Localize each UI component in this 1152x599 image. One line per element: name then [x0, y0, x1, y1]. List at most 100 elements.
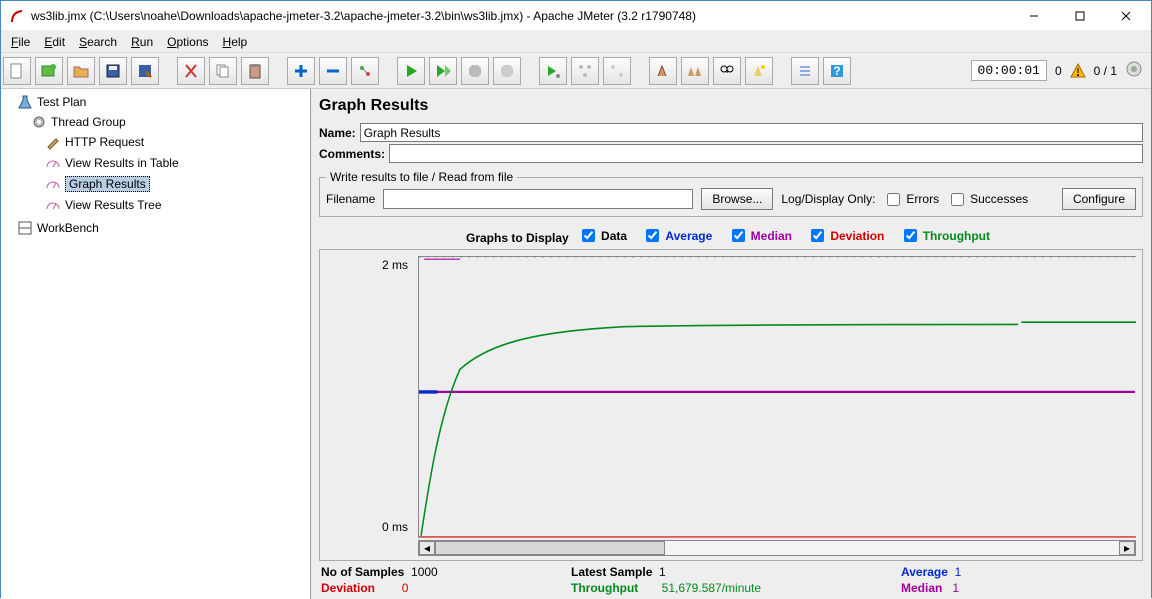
deviation-label: Deviation	[321, 581, 375, 595]
successes-checkbox[interactable]: Successes	[947, 190, 1028, 209]
plot-area	[418, 256, 1136, 538]
tree-graph-results[interactable]: Graph Results	[45, 176, 150, 192]
start-no-timers-button[interactable]	[429, 57, 457, 85]
menu-options[interactable]: Options	[161, 33, 214, 51]
tree-label: Thread Group	[51, 115, 126, 129]
logdisplay-label: Log/Display Only:	[781, 192, 875, 206]
toggle-button[interactable]	[351, 57, 379, 85]
tree-label: View Results in Table	[65, 156, 179, 170]
filename-input[interactable]	[383, 189, 693, 209]
chart: 2 ms 0 ms	[319, 249, 1143, 561]
meter-icon	[45, 155, 61, 171]
remote-stop-all-button[interactable]	[603, 57, 631, 85]
thread-count: 0 / 1	[1094, 64, 1117, 78]
scroll-thumb[interactable]	[435, 541, 665, 555]
tree-view-results-tree[interactable]: View Results Tree	[45, 197, 162, 213]
remote-start-all-button[interactable]	[571, 57, 599, 85]
search-tree-button[interactable]	[713, 57, 741, 85]
main-pane: Graph Results Name: Comments: Write resu…	[311, 89, 1151, 599]
graphs-label: Graphs to Display	[466, 231, 569, 245]
name-input[interactable]	[360, 123, 1143, 142]
menubar: File Edit Search Run Options Help	[1, 31, 1151, 53]
stop-button[interactable]	[461, 57, 489, 85]
cut-button[interactable]	[177, 57, 205, 85]
reset-search-button[interactable]	[745, 57, 773, 85]
tree-label: HTTP Request	[65, 135, 144, 149]
tree-label: Graph Results	[65, 176, 150, 192]
paste-button[interactable]	[241, 57, 269, 85]
scroll-left-button[interactable]: ◂	[419, 541, 435, 555]
start-remote-button[interactable]	[539, 57, 567, 85]
graphs-to-display: Graphs to Display Data Average Median De…	[319, 222, 1143, 249]
throughput-label: Throughput	[571, 581, 638, 595]
save-button[interactable]	[99, 57, 127, 85]
scroll-right-button[interactable]: ▸	[1119, 541, 1135, 555]
app-icon	[9, 8, 25, 24]
name-label: Name:	[319, 126, 356, 140]
shutdown-button[interactable]	[493, 57, 521, 85]
save-as-button[interactable]	[131, 57, 159, 85]
menu-edit[interactable]: Edit	[38, 33, 71, 51]
tree-label: Test Plan	[37, 95, 86, 109]
stats-row: No of Samples 1000 Latest Sample 1 Avera…	[319, 561, 1143, 595]
minimize-button[interactable]	[1011, 2, 1057, 30]
tree-workbench[interactable]: WorkBench	[17, 220, 99, 236]
errors-checkbox[interactable]: Errors	[883, 190, 939, 209]
comments-input[interactable]	[389, 144, 1143, 163]
elapsed-timer: 00:00:01	[971, 60, 1047, 81]
throughput-checkbox[interactable]: Throughput	[900, 226, 990, 245]
flask-icon	[17, 94, 33, 110]
comments-label: Comments:	[319, 147, 385, 161]
status-indicator-icon	[1125, 60, 1143, 81]
help-button[interactable]: ?	[823, 57, 851, 85]
horizontal-scrollbar[interactable]: ◂ ▸	[418, 540, 1136, 556]
function-helper-button[interactable]	[791, 57, 819, 85]
window-title: ws3lib.jmx (C:\Users\noahe\Downloads\apa…	[31, 9, 1011, 23]
svg-text:?: ?	[833, 64, 840, 78]
tree-thread-group[interactable]: Thread Group	[31, 114, 126, 130]
tree-pane[interactable]: Test Plan Thread Group HTTP Reque	[1, 89, 311, 599]
samples-label: No of Samples	[321, 565, 404, 579]
workbench-icon	[17, 220, 33, 236]
menu-run[interactable]: Run	[125, 33, 159, 51]
expand-button[interactable]	[287, 57, 315, 85]
median-checkbox[interactable]: Median	[728, 226, 792, 245]
maximize-button[interactable]	[1057, 2, 1103, 30]
collapse-button[interactable]	[319, 57, 347, 85]
start-button[interactable]	[397, 57, 425, 85]
menu-search[interactable]: Search	[73, 33, 123, 51]
tree-http-request[interactable]: HTTP Request	[45, 134, 144, 150]
new-button[interactable]	[3, 57, 31, 85]
warning-icon[interactable]	[1070, 63, 1086, 79]
copy-button[interactable]	[209, 57, 237, 85]
toolbar: ? 00:00:01 0 0 / 1	[1, 53, 1151, 89]
tree-test-plan[interactable]: Test Plan	[17, 94, 86, 110]
median-label: Median	[901, 581, 942, 595]
samples-value: 1000	[411, 565, 438, 579]
file-group-legend: Write results to file / Read from file	[326, 170, 517, 184]
open-button[interactable]	[67, 57, 95, 85]
page-title: Graph Results	[319, 97, 1143, 115]
warning-count: 0	[1055, 64, 1062, 78]
titlebar: ws3lib.jmx (C:\Users\noahe\Downloads\apa…	[1, 1, 1151, 31]
menu-file[interactable]: File	[5, 33, 36, 51]
pipette-icon	[45, 134, 61, 150]
tree-label: WorkBench	[37, 221, 99, 235]
menu-help[interactable]: Help	[217, 33, 254, 51]
meter-icon	[45, 176, 61, 192]
average-checkbox[interactable]: Average	[642, 226, 712, 245]
close-button[interactable]	[1103, 2, 1149, 30]
y-axis-top-label: 2 ms	[382, 258, 408, 272]
browse-button[interactable]: Browse...	[701, 188, 773, 210]
data-checkbox[interactable]: Data	[578, 226, 627, 245]
deviation-value: 0	[402, 581, 409, 595]
latest-label: Latest Sample	[571, 565, 652, 579]
templates-button[interactable]	[35, 57, 63, 85]
throughput-value: 51,679.587/minute	[662, 581, 761, 595]
deviation-checkbox[interactable]: Deviation	[807, 226, 884, 245]
clear-all-button[interactable]	[681, 57, 709, 85]
clear-button[interactable]	[649, 57, 677, 85]
tree-view-results-table[interactable]: View Results in Table	[45, 155, 179, 171]
gear-icon	[31, 114, 47, 130]
configure-button[interactable]: Configure	[1062, 188, 1136, 210]
